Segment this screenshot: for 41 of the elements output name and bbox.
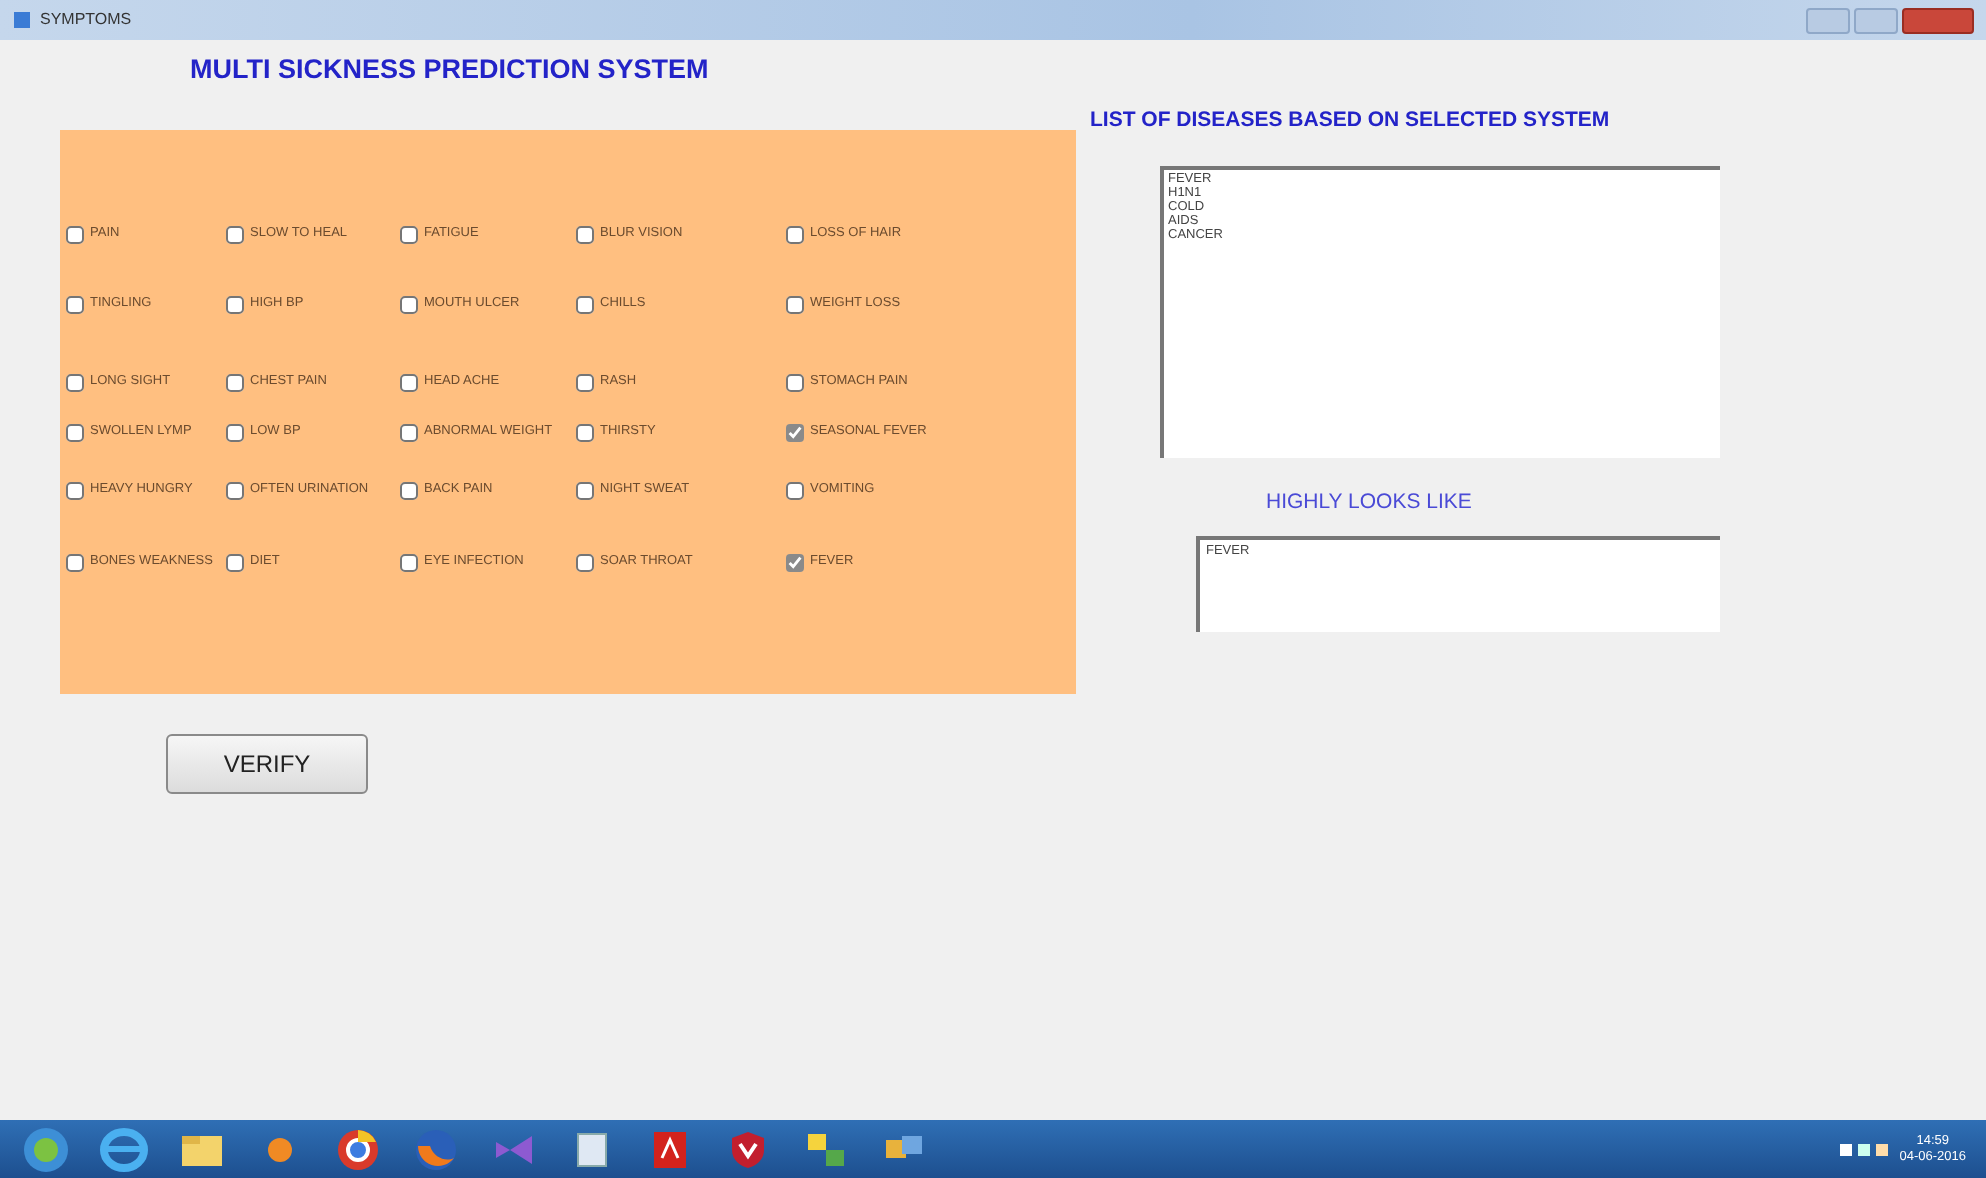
symptom-checkbox[interactable] [226, 295, 244, 313]
symptom-checkbox[interactable] [226, 553, 244, 571]
symptom-checkbox[interactable] [576, 373, 594, 391]
symptom-checkbox[interactable] [226, 481, 244, 499]
symptom-checkbox[interactable] [400, 423, 418, 441]
symptom-checkbox[interactable] [226, 225, 244, 243]
symptom-checkbox[interactable] [66, 423, 84, 441]
app-icon [12, 10, 32, 30]
symptom-checkbox[interactable] [400, 553, 418, 571]
symptom-checkbox[interactable] [576, 481, 594, 499]
symptom-checkbox[interactable] [786, 295, 804, 313]
symptom-checkbox[interactable] [226, 423, 244, 441]
window-title: SYMPTOMS [40, 8, 132, 32]
symptom-checkbox[interactable] [66, 225, 84, 243]
symptom-checkbox[interactable] [786, 373, 804, 391]
symptom-checkbox[interactable] [576, 295, 594, 313]
symptom-checkbox[interactable] [226, 373, 244, 391]
symptom-checkbox[interactable] [786, 481, 804, 499]
result-heading: HIGHLY LOOKS LIKE [1266, 487, 1474, 518]
symptom-checkbox[interactable] [400, 373, 418, 391]
verify-button[interactable]: VERIFY [166, 734, 368, 794]
browser-icon[interactable] [98, 1125, 150, 1173]
symptom-checkbox[interactable] [66, 553, 84, 571]
symptom-checkbox[interactable] [786, 423, 804, 441]
globe-icon[interactable] [410, 1125, 462, 1173]
symptom-checkbox[interactable] [786, 553, 804, 571]
symptom-checkbox[interactable] [66, 373, 84, 391]
symptom-checkbox[interactable] [786, 225, 804, 243]
diseases-heading: LIST OF DISEASES BASED ON SELECTED SYSTEM [1090, 106, 1612, 136]
symptom-checkbox[interactable] [400, 225, 418, 243]
close-button[interactable] [1902, 7, 1974, 33]
symptom-checkbox[interactable] [576, 423, 594, 441]
symptom-checkbox[interactable] [576, 225, 594, 243]
symptom-checkbox[interactable] [400, 295, 418, 313]
symptom-checkbox[interactable] [66, 481, 84, 499]
symptom-checkbox[interactable] [400, 481, 418, 499]
start-orb-icon[interactable] [20, 1125, 72, 1173]
symptom-checkbox[interactable] [576, 553, 594, 571]
browser-icon[interactable] [332, 1125, 384, 1173]
app-heading: MULTI SICKNESS PREDICTION SYSTEM [190, 52, 711, 88]
symptom-checkbox[interactable] [66, 295, 84, 313]
